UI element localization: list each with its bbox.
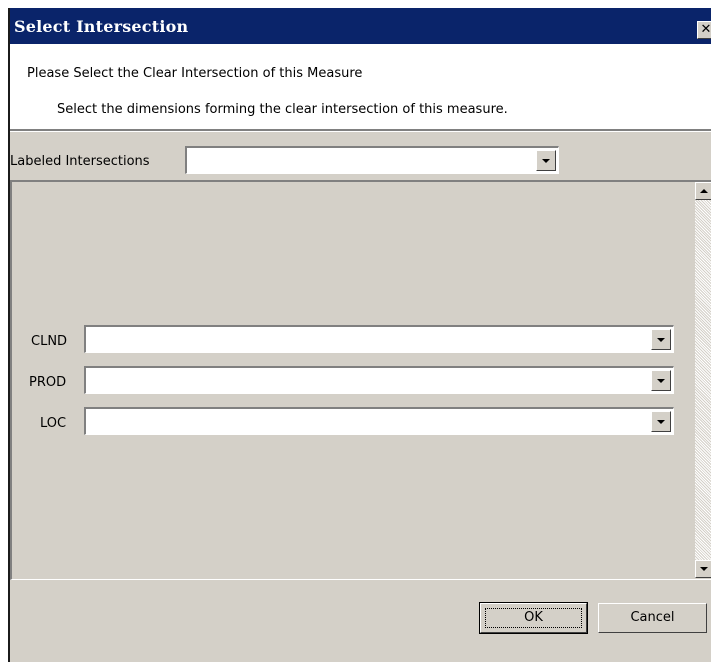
header-title: Please Select the Clear Intersection of … xyxy=(27,66,363,81)
select-intersection-dialog: Select Intersection ✕ Please Select the … xyxy=(8,8,711,662)
dialog-header: Please Select the Clear Intersection of … xyxy=(10,44,711,129)
title-bar[interactable]: Select Intersection ✕ xyxy=(10,8,711,44)
chevron-down-icon[interactable] xyxy=(651,370,671,391)
cancel-button[interactable]: Cancel xyxy=(598,603,707,633)
ok-button-label: OK xyxy=(524,610,543,625)
scroll-up-icon[interactable] xyxy=(695,182,711,200)
ok-button[interactable]: OK xyxy=(479,602,588,634)
labeled-intersections-label: Labeled Intersections xyxy=(10,154,150,169)
chevron-down-icon[interactable] xyxy=(651,411,671,432)
chevron-down-icon[interactable] xyxy=(651,329,671,350)
scroll-down-icon[interactable] xyxy=(695,560,711,578)
vertical-scrollbar[interactable] xyxy=(695,182,711,578)
dimension-label-loc: LOC xyxy=(40,416,67,431)
close-button[interactable]: ✕ xyxy=(697,21,711,39)
dimension-label-prod: PROD xyxy=(29,375,67,390)
dimension-dropdown-loc[interactable] xyxy=(84,407,674,435)
cancel-button-label: Cancel xyxy=(630,610,675,625)
dimension-label-clnd: CLND xyxy=(31,334,68,349)
labeled-intersections-dropdown[interactable] xyxy=(185,146,559,174)
window-title: Select Intersection xyxy=(14,17,189,36)
chevron-down-icon[interactable] xyxy=(536,150,556,171)
close-icon: ✕ xyxy=(700,22,711,37)
dialog-body: Labeled Intersections CLND PROD LOC OK C… xyxy=(10,132,711,662)
dimension-dropdown-prod[interactable] xyxy=(84,366,674,394)
dimension-dropdown-clnd[interactable] xyxy=(84,325,674,353)
header-subtitle: Select the dimensions forming the clear … xyxy=(57,102,508,117)
